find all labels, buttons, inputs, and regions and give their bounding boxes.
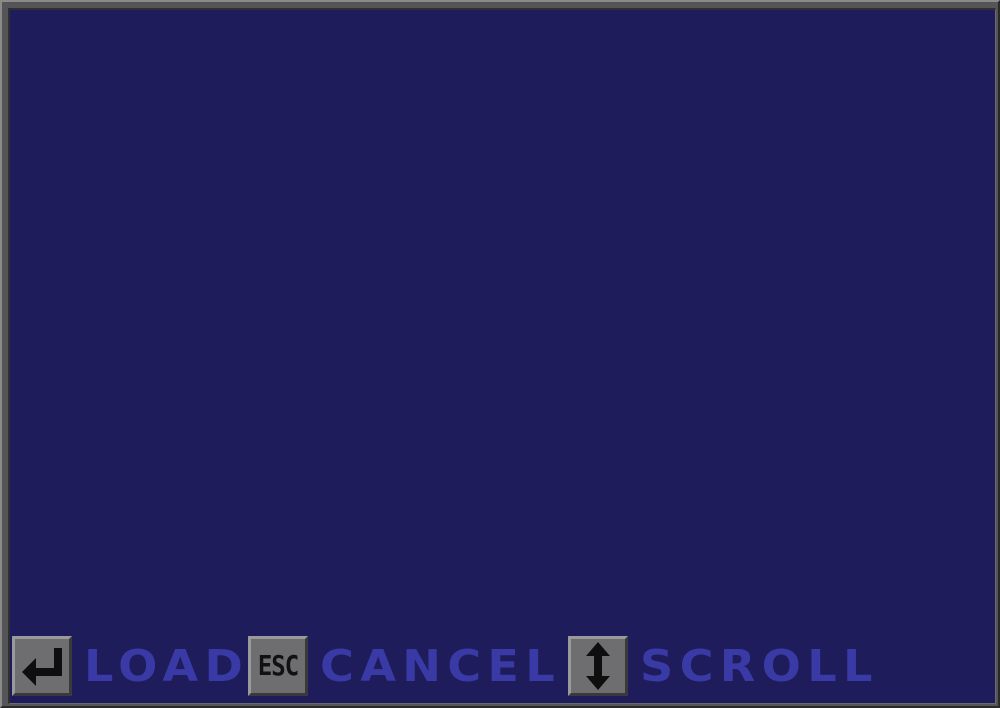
esc-key-label: ESC — [257, 649, 299, 683]
load-label: LOAD — [84, 641, 250, 692]
file-list-panel[interactable] — [8, 8, 996, 704]
control-hints-bar: LOAD ESC CANCEL SCROLL — [12, 636, 912, 696]
enter-key-button[interactable] — [12, 636, 72, 696]
enter-key-icon — [22, 648, 62, 686]
up-down-arrow-icon — [586, 642, 610, 690]
cancel-label: CANCEL — [320, 641, 562, 692]
esc-key-button[interactable]: ESC — [248, 636, 308, 696]
scroll-label: SCROLL — [640, 641, 879, 692]
window-frame — [0, 0, 1000, 708]
scroll-key-button[interactable] — [568, 636, 628, 696]
